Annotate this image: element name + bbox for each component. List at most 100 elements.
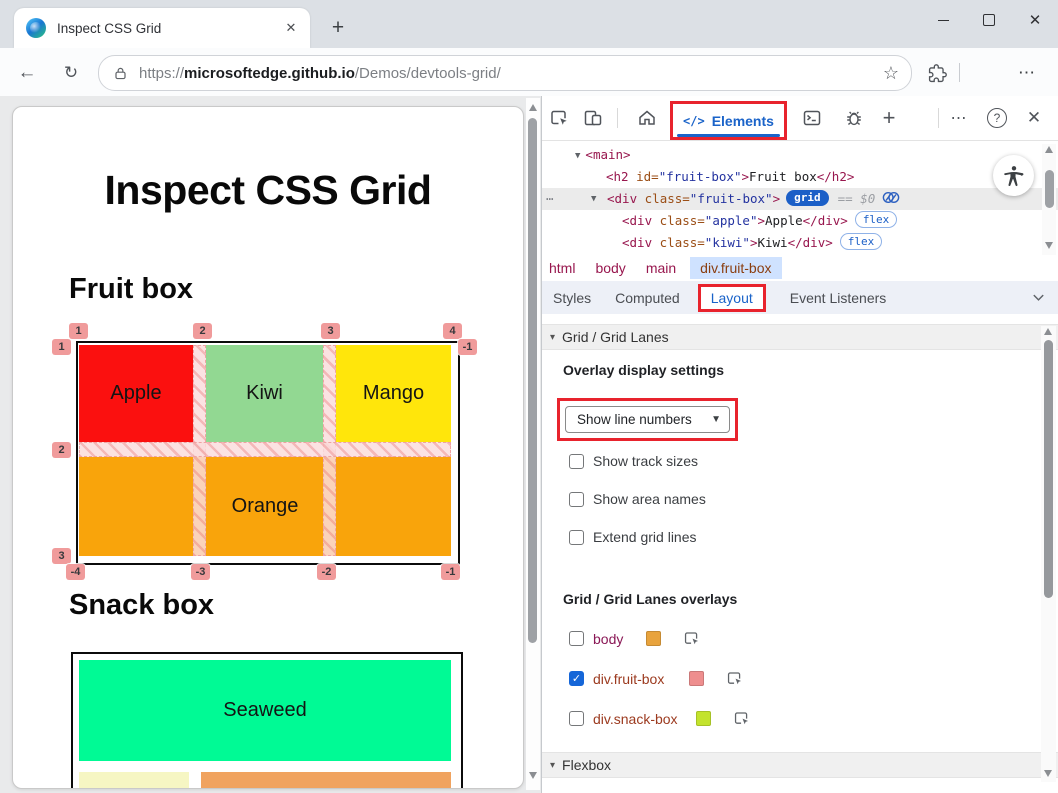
devtools-close-icon[interactable]: ✕ [1023, 107, 1045, 129]
breadcrumb-body[interactable]: body [595, 260, 625, 276]
show-track-sizes-checkbox[interactable] [569, 454, 584, 469]
dom-row-h2[interactable]: <h2 id="fruit-box">Fruit box</h2> [542, 166, 1058, 188]
body-overlay-checkbox[interactable] [569, 631, 584, 646]
fruit-box-overlay-checkbox[interactable]: ✓ [569, 671, 584, 686]
add-tab-icon[interactable]: + [878, 107, 900, 129]
back-button[interactable]: ← [14, 60, 40, 86]
grid-line-number-badge: 2 [193, 323, 212, 339]
lock-icon [113, 66, 128, 81]
home-icon[interactable] [636, 107, 658, 129]
line-numbers-dropdown[interactable]: Show line numbers ▼ [565, 406, 730, 433]
scroll-up-icon[interactable] [529, 104, 537, 111]
overlay-row-fruit-box[interactable]: ✓ div.fruit-box [569, 670, 743, 687]
checkbox-row-area-names[interactable]: Show area names [569, 491, 706, 507]
section-arrow-icon[interactable]: ▾ [550, 332, 555, 343]
scroll-up-icon[interactable] [1044, 328, 1052, 335]
expand-arrow-icon[interactable]: ▼ [575, 151, 580, 161]
page-scrollbar[interactable] [526, 98, 540, 790]
snack-box-heading: Snack box [69, 589, 214, 622]
grid-line-number-badge: -2 [317, 564, 336, 580]
toolbar-divider [617, 108, 618, 128]
breadcrumb-div-fruit-box[interactable]: div.fruit-box [690, 257, 781, 279]
inspect-element-icon[interactable] [548, 107, 570, 129]
device-emulation-icon[interactable] [582, 107, 604, 129]
scroll-down-icon[interactable] [1044, 770, 1052, 777]
checkbox-row-track-sizes[interactable]: Show track sizes [569, 453, 698, 469]
flex-badge[interactable]: flex [840, 233, 883, 250]
dom-markup: <h2 id="fruit-box">Fruit box</h2> [606, 169, 854, 184]
inspect-element-icon[interactable] [733, 710, 750, 727]
dom-markup: <main> [585, 147, 630, 162]
scrollbar-thumb[interactable] [528, 118, 537, 643]
scrollbar-thumb[interactable] [1045, 170, 1054, 208]
url-text: https://microsoftedge.github.io/Demos/de… [139, 65, 883, 82]
tab-close-icon[interactable]: ✕ [280, 17, 302, 39]
scrollbar-thumb[interactable] [1044, 340, 1053, 598]
breadcrumb-html[interactable]: html [549, 260, 575, 276]
tab-event-listeners[interactable]: Event Listeners [790, 290, 887, 306]
expand-arrow-icon[interactable]: ▼ [591, 188, 596, 210]
extend-grid-lines-checkbox[interactable] [569, 530, 584, 545]
scroll-down-icon[interactable] [529, 772, 537, 779]
address-bar[interactable]: https://microsoftedge.github.io/Demos/de… [98, 55, 912, 91]
content-area: Inspect CSS Grid Fruit box Apple Kiwi Ma… [0, 96, 1058, 793]
section-arrow-icon[interactable]: ▾ [550, 760, 555, 771]
accessibility-button[interactable] [993, 155, 1034, 196]
dom-token: > [757, 213, 765, 228]
dom-token: "kiwi" [705, 235, 750, 250]
tab-computed[interactable]: Computed [615, 290, 680, 306]
scroll-up-icon[interactable] [1045, 146, 1053, 153]
overlay-row-body[interactable]: body [569, 630, 700, 647]
annotation-red-box: Show line numbers ▼ [557, 398, 738, 441]
more-actions-icon[interactable]: ⋯ [546, 188, 553, 210]
inspect-element-icon[interactable] [726, 670, 743, 687]
snack-box-overlay-checkbox[interactable] [569, 711, 584, 726]
chevron-down-icon[interactable] [1031, 290, 1046, 308]
maximize-button[interactable] [966, 0, 1012, 40]
checkbox-row-extend-grid-lines[interactable]: Extend grid lines [569, 529, 697, 545]
dom-row-fruit-box-selected[interactable]: ⋯ ▼<div class="fruit-box">grid== $0 [542, 188, 1058, 210]
tab-elements[interactable]: </> Elements [670, 101, 787, 140]
tab-styles[interactable]: Styles [553, 290, 591, 306]
browser-tab[interactable]: Inspect CSS Grid ✕ [14, 8, 310, 48]
layout-pane: ▾ Grid / Grid Lanes Overlay display sett… [542, 314, 1058, 793]
section-label: Grid / Grid Lanes [562, 329, 669, 345]
overlay-color-swatch[interactable] [696, 711, 711, 726]
help-icon[interactable]: ? [986, 107, 1008, 129]
tab-layout[interactable]: Layout [698, 284, 766, 312]
toolbar-divider [938, 108, 939, 128]
grid-badge[interactable]: grid [786, 190, 829, 206]
dom-row-kiwi[interactable]: <div class="kiwi">Kiwi</div>flex [542, 232, 1058, 254]
dom-token: Kiwi [757, 235, 787, 250]
browser-window: Inspect CSS Grid ✕ + ✕ ← ↻ https://micro… [0, 0, 1058, 793]
inspect-element-icon[interactable] [683, 630, 700, 647]
sidebar-tabs: Styles Computed Layout Event Listeners [542, 281, 1058, 315]
flex-badge[interactable]: flex [855, 211, 898, 228]
dom-row-main[interactable]: ▼ <main> [542, 144, 1058, 166]
overlay-row-snack-box[interactable]: div.snack-box [569, 710, 750, 727]
minimize-button[interactable] [920, 0, 966, 40]
accessibility-person-icon [1002, 164, 1026, 188]
section-flexbox[interactable]: ▾ Flexbox [542, 752, 1058, 778]
layout-pane-scrollbar[interactable] [1041, 326, 1056, 782]
dom-token: <div [607, 191, 645, 206]
new-tab-button[interactable]: + [324, 14, 352, 42]
window-close-button[interactable]: ✕ [1012, 0, 1058, 40]
browser-toolbar: ← ↻ https://microsoftedge.github.io/Demo… [0, 48, 1058, 97]
debug-bug-icon[interactable] [843, 107, 865, 129]
dom-row-apple[interactable]: <div class="apple">Apple</div>flex [542, 210, 1058, 232]
console-icon[interactable] [801, 107, 823, 129]
show-area-names-checkbox[interactable] [569, 492, 584, 507]
overlay-color-swatch[interactable] [689, 671, 704, 686]
refresh-button[interactable]: ↻ [58, 60, 84, 86]
devtools-menu-icon[interactable]: ⋯ [948, 107, 970, 129]
overlay-color-swatch[interactable] [646, 631, 661, 646]
browser-menu-button[interactable]: ⋯ [1012, 58, 1042, 88]
grid-cell-kiwi: Kiwi [206, 345, 323, 442]
scroll-down-icon[interactable] [1045, 242, 1053, 249]
breadcrumb-main[interactable]: main [646, 260, 676, 276]
favorite-star-icon[interactable]: ☆ [883, 63, 899, 84]
dom-scrollbar[interactable] [1042, 144, 1056, 256]
extensions-icon[interactable] [924, 60, 950, 86]
section-grid-grid-lanes[interactable]: ▾ Grid / Grid Lanes [542, 324, 1058, 350]
